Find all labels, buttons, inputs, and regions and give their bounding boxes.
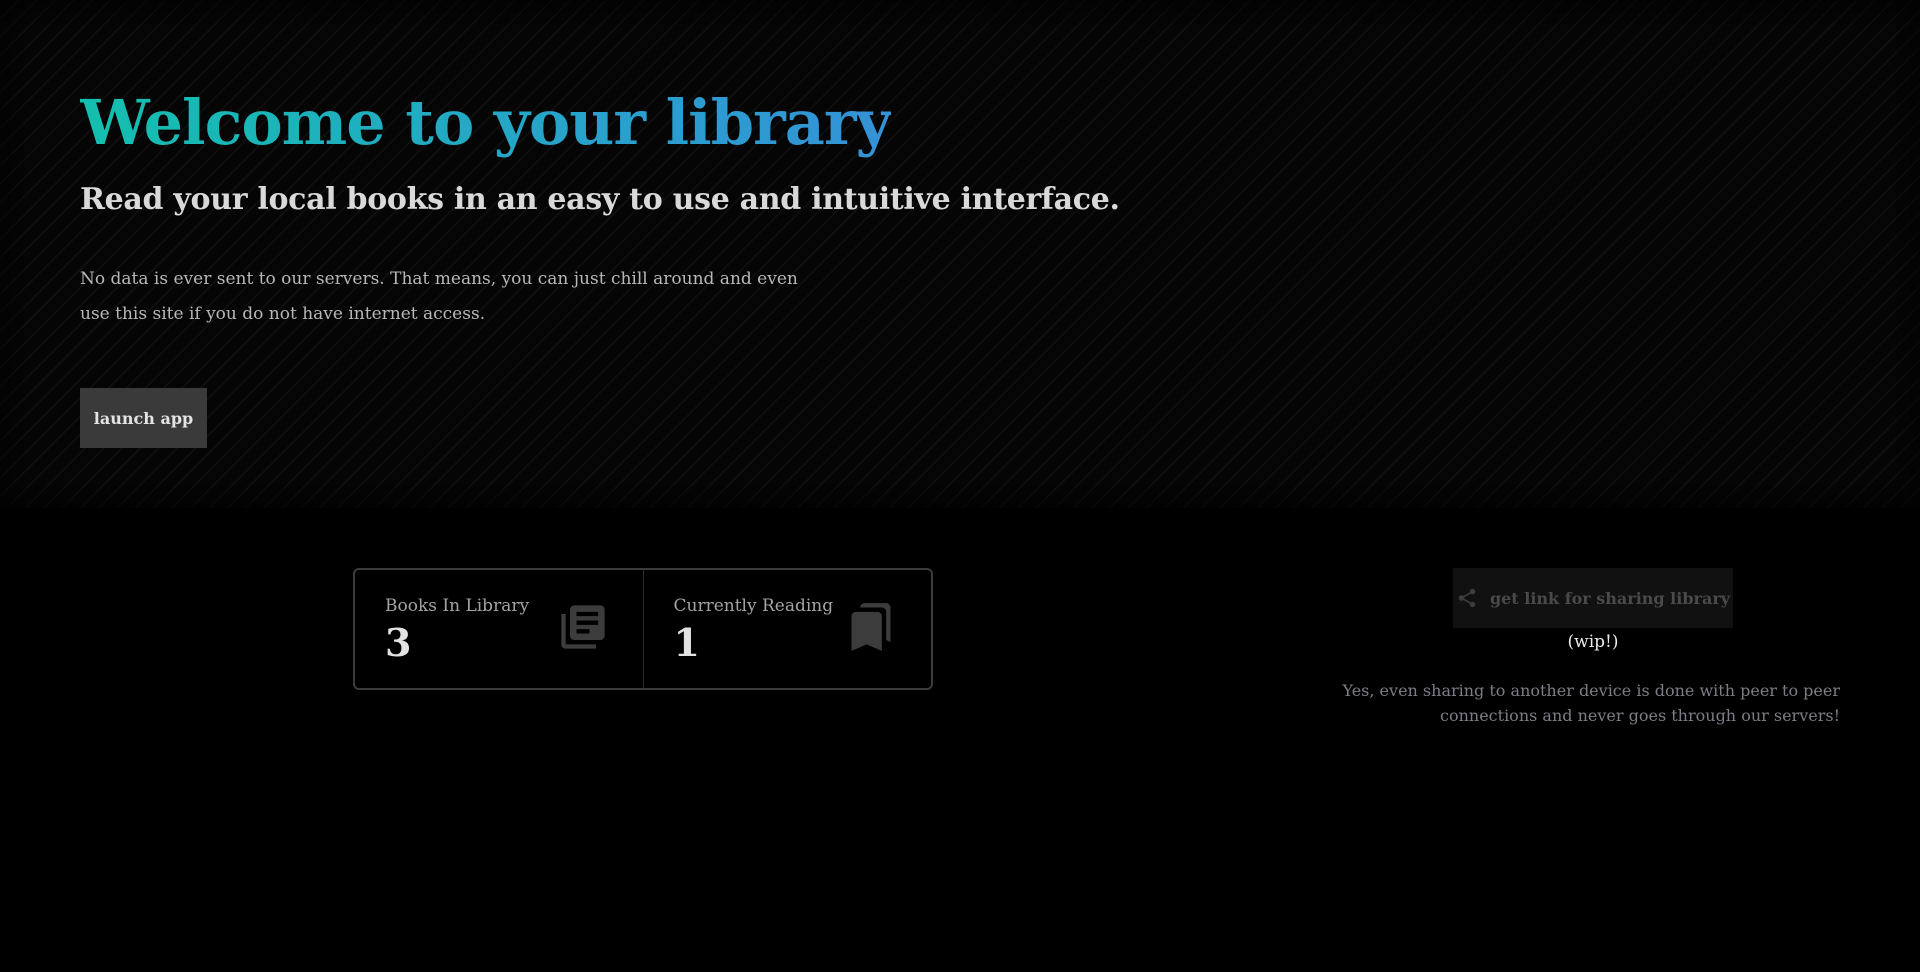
library-books-icon (560, 605, 605, 649)
wip-label: (wip!) (1567, 632, 1619, 652)
hero-subtitle: Read your local books in an easy to use … (80, 182, 1120, 217)
share-note: Yes, even sharing to another device is d… (1342, 681, 1840, 725)
stat-currently-reading: Currently Reading 1 (642, 570, 932, 688)
launch-app-button[interactable]: launch app (80, 388, 207, 448)
hero-section: Welcome to your library Read your local … (0, 0, 1920, 508)
hero-title: Welcome to your library (80, 78, 892, 168)
hero-pattern-overlay (0, 0, 1920, 508)
library-stats: Books In Library 3 Currently Reading 1 (353, 568, 933, 690)
share-button-label: get link for sharing library (1489, 588, 1731, 608)
hero-description: No data is ever sent to our servers. Tha… (80, 269, 798, 324)
bookmarks-icon (851, 603, 891, 651)
share-icon (1458, 588, 1476, 608)
share-library-button[interactable]: get link for sharing library (1453, 568, 1733, 628)
stat-books-in-library: Books In Library 3 (355, 570, 643, 688)
